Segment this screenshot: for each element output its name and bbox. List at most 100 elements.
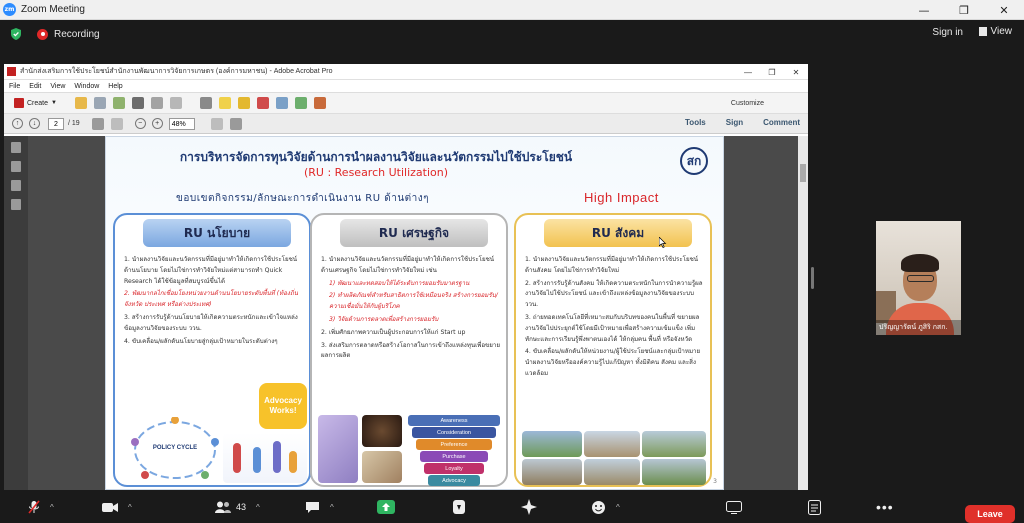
camera-icon[interactable] <box>102 502 118 513</box>
acrobat-titlebar: สำนักส่งเสริมการใช้ประโยชน์สำนักงานพัฒนา… <box>4 64 808 80</box>
acrobat-restore-button[interactable]: ❐ <box>760 64 784 80</box>
sign-in-button[interactable]: Sign in <box>932 27 963 38</box>
full-screen-icon[interactable] <box>229 117 242 130</box>
comment-link[interactable]: Comment <box>763 118 800 127</box>
ru-policy-heading: RU นโยบาย <box>143 219 291 247</box>
tools-link[interactable]: Tools <box>685 118 706 127</box>
menu-edit[interactable]: Edit <box>29 83 41 90</box>
ru-economy-items: 1. นำผลงานวิจัยและนวัตกรรมที่มีอยู่มาทำใ… <box>321 255 503 364</box>
apps-control[interactable] <box>452 500 466 514</box>
highlight-icon[interactable] <box>237 97 250 109</box>
hand-tool-icon[interactable] <box>110 117 123 130</box>
sparkle-icon[interactable] <box>521 499 537 515</box>
document-viewport[interactable]: การบริหารจัดการทุนวิจัยด้านการนำผลงานวิจ… <box>4 136 808 490</box>
create-icon <box>14 98 24 108</box>
shield-icon[interactable] <box>11 28 21 40</box>
recording-icon[interactable] <box>37 28 48 40</box>
document-scrollbar[interactable] <box>798 136 808 490</box>
page-thumbnails-icon[interactable] <box>11 142 21 153</box>
signatures-icon[interactable] <box>11 199 21 210</box>
video-control[interactable]: ^ <box>102 500 132 514</box>
zoom-level-input[interactable]: 48% <box>168 117 195 130</box>
acrobat-minimize-button[interactable]: — <box>736 64 760 80</box>
participants-control[interactable]: 43 ^ <box>215 500 260 514</box>
maximize-button[interactable]: ❐ <box>944 0 984 20</box>
stamp-icon[interactable] <box>256 97 269 109</box>
mouse-cursor-icon <box>659 237 667 248</box>
zoom-out-icon[interactable]: − <box>134 118 146 129</box>
menu-view[interactable]: View <box>50 83 65 90</box>
video-options-chevron-icon[interactable]: ^ <box>128 503 132 512</box>
more-icon[interactable]: ••• <box>876 499 894 515</box>
notes-control[interactable] <box>808 499 821 515</box>
protect-icon[interactable] <box>313 97 326 109</box>
scrollbar-thumb[interactable] <box>800 164 806 182</box>
audio-options-chevron-icon[interactable]: ^ <box>50 503 54 512</box>
microphone-muted-icon[interactable] <box>28 500 40 514</box>
create-button[interactable]: Create ▼ <box>14 98 57 108</box>
panel-resize-handle[interactable] <box>811 267 814 289</box>
sign-link[interactable]: Sign <box>726 118 743 127</box>
participants-chevron-icon[interactable]: ^ <box>256 503 260 512</box>
settings-icon[interactable] <box>199 97 212 109</box>
save-icon[interactable] <box>93 97 106 109</box>
next-page-icon[interactable]: ↓ <box>29 118 40 129</box>
share-screen-icon[interactable] <box>377 500 395 514</box>
funnel-stage: Consideration <box>412 427 496 438</box>
attach-icon[interactable] <box>275 97 288 109</box>
field-photo <box>522 459 582 485</box>
funnel-stage: Preference <box>416 439 492 450</box>
export-icon[interactable] <box>294 97 307 109</box>
comment-icon[interactable] <box>218 97 231 109</box>
leave-button[interactable]: Leave <box>965 505 1015 523</box>
field-photo <box>584 431 640 457</box>
chat-icon[interactable] <box>305 501 320 514</box>
apps-icon[interactable] <box>452 499 466 515</box>
zoom-logo-icon: zm <box>3 3 16 16</box>
acrobat-close-button[interactable]: ✕ <box>784 64 808 80</box>
field-photo <box>642 431 706 457</box>
view-control[interactable] <box>726 500 742 514</box>
attachments-icon[interactable] <box>11 180 21 191</box>
ai-companion-control[interactable] <box>521 499 537 515</box>
menu-window[interactable]: Window <box>74 83 99 90</box>
menu-file[interactable]: File <box>9 83 20 90</box>
view-button[interactable]: View <box>978 26 1012 37</box>
list-item: 2) ทำผลิตภัณฑ์สำหรับสาธิตการใช้เหมือนจริ… <box>329 292 498 311</box>
shared-screen-acrobat[interactable]: สำนักส่งเสริมการใช้ประโยชน์สำนักงานพัฒนา… <box>4 64 808 490</box>
edit-icon[interactable] <box>150 97 163 109</box>
notes-icon[interactable] <box>808 499 821 515</box>
minimize-button[interactable]: — <box>904 0 944 20</box>
chat-chevron-icon[interactable]: ^ <box>330 503 334 512</box>
zoom-in-icon[interactable]: + <box>151 118 163 129</box>
fit-page-icon[interactable] <box>210 117 223 130</box>
emoji-icon[interactable] <box>591 500 606 515</box>
print-icon[interactable] <box>131 97 144 109</box>
share-screen-control[interactable] <box>377 500 395 514</box>
field-photo <box>642 459 706 485</box>
participants-icon[interactable] <box>215 501 231 513</box>
participant-video-tile[interactable]: ปริญญารัตน์ ภูสิริ กสก. <box>876 221 961 335</box>
ru-policy-items: 1. นำผลงานวิจัยและนวัตกรรมที่มีอยู่มาทำใ… <box>124 255 306 349</box>
previous-page-icon[interactable]: ↑ <box>12 118 23 129</box>
open-folder-icon[interactable] <box>74 97 87 109</box>
ru-economy-heading: RU เศรษฐกิจ <box>340 219 488 247</box>
screen-layout-icon[interactable] <box>726 500 742 514</box>
close-button[interactable]: ✕ <box>984 0 1024 20</box>
reactions-chevron-icon[interactable]: ^ <box>616 503 620 512</box>
product-photo <box>318 415 358 483</box>
mute-control[interactable]: ^ <box>28 500 54 514</box>
menu-help[interactable]: Help <box>108 83 122 90</box>
customize-dropdown[interactable]: Customize <box>731 100 764 107</box>
list-item: 3. สร้างการรับรู้ด้านนโยบายให้เกิดความตร… <box>124 313 298 332</box>
recording-label[interactable]: Recording <box>54 29 100 40</box>
bookmarks-icon[interactable] <box>11 161 21 172</box>
reactions-control[interactable]: ^ <box>591 500 620 514</box>
advocacy-badge: Advocacy Works! <box>259 383 307 429</box>
chat-control[interactable]: ^ <box>305 500 334 514</box>
upload-cloud-icon[interactable] <box>112 97 125 109</box>
page-number-input[interactable]: 2 <box>48 117 64 130</box>
select-cursor-icon[interactable] <box>91 117 104 130</box>
more-control[interactable]: ••• <box>876 499 894 515</box>
email-icon[interactable] <box>169 97 182 109</box>
